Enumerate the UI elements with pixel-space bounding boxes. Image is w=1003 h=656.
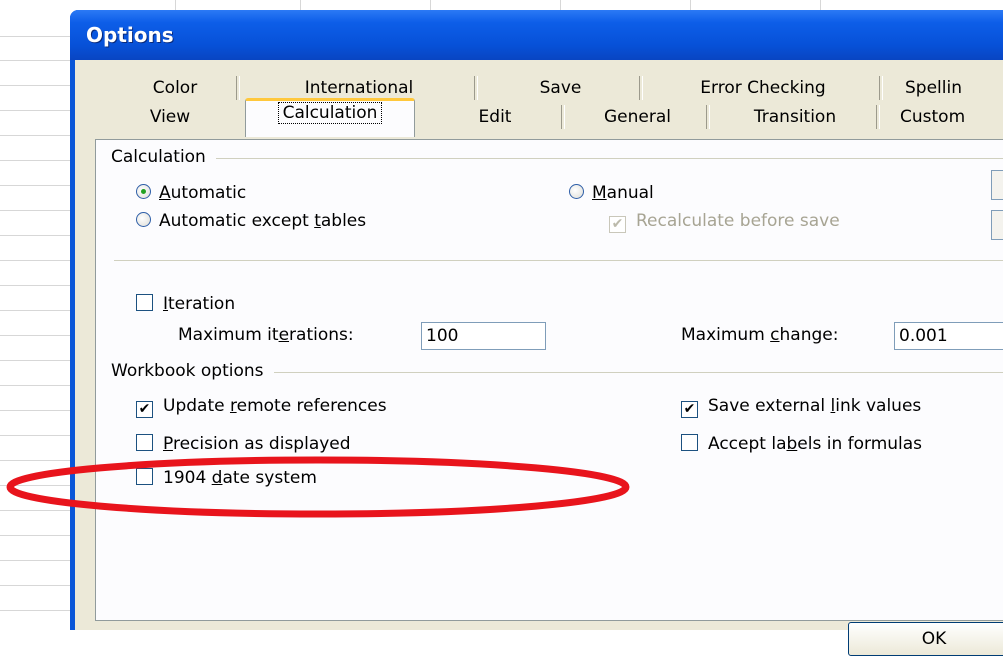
calculation-tab-page: Calculation Automatic Automatic except t… bbox=[95, 139, 1003, 621]
max-iterations-label: Maximum iterations: bbox=[178, 325, 354, 345]
tab-label: Color bbox=[152, 78, 198, 98]
manual-radio[interactable]: Manual bbox=[569, 183, 654, 203]
tab-label: Transition bbox=[753, 107, 837, 127]
checkbox-empty-icon bbox=[136, 434, 153, 451]
recalculate-before-save-checkbox: ✔ Recalculate before save bbox=[609, 211, 840, 233]
dialog-title: Options bbox=[86, 23, 174, 47]
tab-label: Custom bbox=[900, 107, 966, 127]
precision-as-displayed-checkbox[interactable]: Precision as displayed bbox=[136, 434, 351, 454]
automatic-radio[interactable]: Automatic bbox=[136, 183, 246, 203]
section-divider bbox=[114, 260, 1003, 261]
manual-label: Manual bbox=[592, 183, 654, 203]
radio-unselected-icon bbox=[569, 184, 584, 199]
update-remote-label: Update remote references bbox=[163, 396, 387, 416]
tab-custom[interactable]: Custom bbox=[880, 103, 1003, 131]
automatic-except-tables-label: Automatic except tables bbox=[159, 211, 367, 231]
tab-label: General bbox=[604, 107, 671, 127]
group-divider bbox=[111, 158, 1003, 159]
max-change-input[interactable]: 0.001 bbox=[894, 322, 1003, 350]
tab-edit[interactable]: Edit bbox=[425, 103, 565, 131]
automatic-except-tables-radio[interactable]: Automatic except tables bbox=[136, 211, 366, 231]
workbook-options-title: Workbook options bbox=[111, 361, 274, 381]
save-external-link-values-checkbox[interactable]: ✔ Save external link values bbox=[681, 396, 921, 418]
max-iterations-input[interactable]: 100 bbox=[421, 322, 546, 350]
checkbox-empty-icon bbox=[136, 294, 153, 311]
tab-label: Spellin bbox=[905, 78, 962, 98]
tab-transition[interactable]: Transition bbox=[710, 103, 880, 131]
tab-label: Calculation bbox=[277, 102, 383, 124]
checkbox-empty-icon bbox=[681, 434, 698, 451]
ok-button[interactable]: OK bbox=[848, 622, 1003, 656]
red-highlight-ellipse bbox=[6, 456, 630, 518]
recalculate-label: Recalculate before save bbox=[636, 211, 840, 231]
side-button-top[interactable] bbox=[991, 170, 1003, 200]
checkmark-icon: ✔ bbox=[136, 401, 153, 418]
tab-label: Edit bbox=[478, 107, 512, 127]
update-remote-references-checkbox[interactable]: ✔ Update remote references bbox=[136, 396, 387, 418]
tab-label: Save bbox=[539, 78, 582, 98]
automatic-label: Automatic bbox=[159, 183, 247, 203]
options-dialog: Options Color International Save Error C… bbox=[70, 10, 1003, 656]
tab-view[interactable]: View bbox=[95, 103, 245, 131]
side-button-bottom[interactable] bbox=[991, 210, 1003, 240]
radio-unselected-icon bbox=[136, 212, 151, 227]
highlight-ellipse-shape bbox=[6, 456, 630, 518]
tab-error-checking[interactable]: Error Checking bbox=[643, 74, 883, 102]
accept-labels-label: Accept labels in formulas bbox=[708, 434, 923, 454]
dialog-client-area: Color International Save Error Checking … bbox=[75, 60, 1003, 656]
tab-label: View bbox=[149, 107, 191, 127]
tab-calculation[interactable]: Calculation bbox=[245, 98, 415, 137]
radio-selected-icon bbox=[136, 184, 151, 199]
tab-spelling[interactable]: Spellin bbox=[883, 74, 1003, 102]
calculation-group-title: Calculation bbox=[111, 147, 216, 167]
max-change-label: Maximum change: bbox=[681, 325, 839, 345]
title-bar[interactable]: Options bbox=[70, 10, 1003, 60]
checkmark-icon: ✔ bbox=[681, 401, 698, 418]
precision-label: Precision as displayed bbox=[163, 434, 351, 454]
iteration-checkbox[interactable]: Iteration bbox=[136, 294, 235, 314]
iteration-label: Iteration bbox=[163, 294, 236, 314]
checkmark-icon: ✔ bbox=[609, 216, 626, 233]
tab-color[interactable]: Color bbox=[110, 74, 240, 102]
tab-general[interactable]: General bbox=[565, 103, 710, 131]
accept-labels-checkbox[interactable]: Accept labels in formulas bbox=[681, 434, 922, 454]
tab-save[interactable]: Save bbox=[478, 74, 643, 102]
tab-label: International bbox=[304, 78, 414, 98]
save-external-label: Save external link values bbox=[708, 396, 922, 416]
tab-label: Error Checking bbox=[700, 78, 826, 98]
